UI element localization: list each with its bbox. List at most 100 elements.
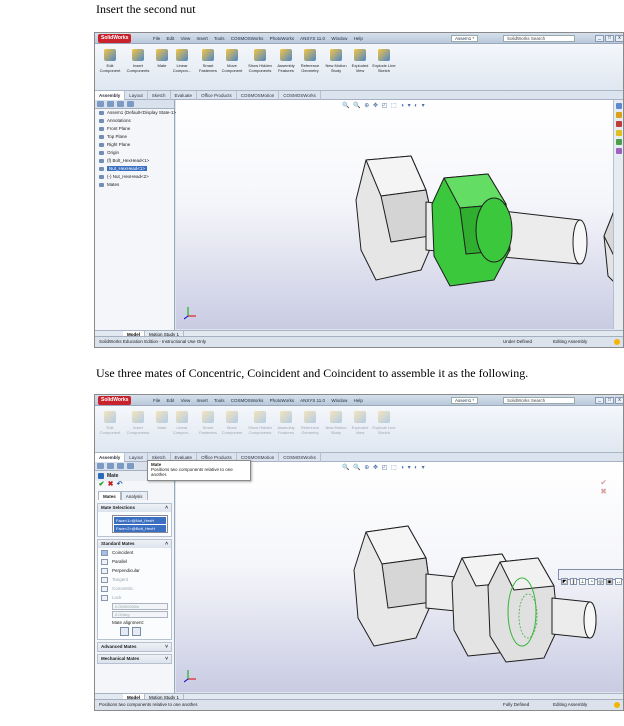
menu-file[interactable]: File bbox=[153, 398, 160, 403]
tab-sketch[interactable]: Sketch bbox=[148, 91, 171, 100]
linear-pattern-button[interactable]: Linear Compon... bbox=[169, 49, 195, 73]
design-library-icon[interactable] bbox=[615, 112, 622, 118]
tree-item-assembly[interactable]: Assem1 (Default<Display State-1>) bbox=[95, 109, 178, 117]
tree-item-front-plane[interactable]: Front Plane bbox=[95, 125, 174, 133]
menu-window[interactable]: Window bbox=[331, 36, 347, 41]
popup-tangent-button[interactable]: ◔ bbox=[588, 578, 595, 585]
edit-component-button[interactable]: Edit Component bbox=[97, 49, 123, 73]
popup-parallel-button[interactable]: ∥ bbox=[570, 578, 577, 585]
tab-mates[interactable]: Mates bbox=[98, 491, 121, 500]
popup-lock-button[interactable]: ▣ bbox=[606, 578, 613, 585]
tab-layout[interactable]: Layout bbox=[125, 453, 148, 462]
tab-office-products[interactable]: Office Products bbox=[197, 91, 237, 100]
aligned-button[interactable] bbox=[120, 627, 129, 636]
menu-tools[interactable]: Tools bbox=[214, 398, 225, 403]
menu-view[interactable]: View bbox=[181, 398, 191, 403]
tab-cosmosworks[interactable]: COSMOSWorks bbox=[279, 91, 321, 100]
distance-field[interactable]: 0.00000000in bbox=[112, 603, 168, 610]
mate-lock[interactable]: Lock bbox=[98, 593, 171, 602]
help-icon[interactable] bbox=[614, 702, 620, 708]
tab-layout[interactable]: Layout bbox=[125, 91, 148, 100]
motion-study-button[interactable]: New Motion Study bbox=[323, 411, 349, 435]
group-header[interactable]: Advanced Mates ˅ bbox=[98, 643, 171, 651]
search-results-icon[interactable] bbox=[615, 130, 622, 136]
move-component-button[interactable]: Move Component bbox=[219, 49, 245, 73]
undo-icon[interactable]: ↶ bbox=[116, 481, 123, 488]
popup-distance-button[interactable]: ↔ bbox=[615, 578, 622, 585]
tab-cosmosworks[interactable]: COSMOSWorks bbox=[279, 453, 321, 462]
mate-parallel[interactable]: Parallel bbox=[98, 557, 171, 566]
graphics-area[interactable]: 🔍 🔍 ⊕ ✥ ◰ ⬚ ◑ ▾ ◐ ▾ bbox=[176, 100, 623, 329]
tree-item-bolt[interactable]: (f) Bolt_HexHead<1> bbox=[95, 157, 174, 165]
menu-window[interactable]: Window bbox=[331, 398, 347, 403]
tab-cosmosmotion[interactable]: COSMOSMotion bbox=[237, 91, 280, 100]
file-explorer-icon[interactable] bbox=[615, 121, 622, 127]
tree-item-top-plane[interactable]: Top Plane bbox=[95, 133, 174, 141]
close-button[interactable]: x bbox=[615, 397, 623, 404]
menu-edit[interactable]: Edit bbox=[167, 36, 175, 41]
tree-item-right-plane[interactable]: Right Plane bbox=[95, 141, 174, 149]
mate-perpendicular[interactable]: Perpendicular bbox=[98, 566, 171, 575]
mate-tangent[interactable]: Tangent bbox=[98, 575, 171, 584]
popup-perpendicular-button[interactable]: ⊥ bbox=[579, 578, 586, 585]
ok-icon[interactable]: ✔ bbox=[98, 481, 105, 488]
menu-cosmosworks[interactable]: COSMOSWorks bbox=[231, 398, 264, 403]
popup-coincident-button[interactable]: ◩ bbox=[561, 578, 568, 585]
reference-geometry-button[interactable]: Reference Geometry bbox=[297, 49, 323, 73]
help-icon[interactable] bbox=[614, 339, 620, 345]
maximize-button[interactable]: □ bbox=[605, 397, 614, 404]
menu-edit[interactable]: Edit bbox=[167, 398, 175, 403]
group-header[interactable]: Mechanical Mates ˅ bbox=[98, 655, 171, 663]
feature-tree-icon[interactable] bbox=[97, 101, 104, 107]
property-icon[interactable] bbox=[107, 101, 114, 107]
smart-fasteners-button[interactable]: Smart Fasteners bbox=[195, 49, 221, 73]
insert-components-button[interactable]: Insert Components bbox=[125, 411, 151, 435]
menu-view[interactable]: View bbox=[181, 36, 191, 41]
view-palette-icon[interactable] bbox=[615, 139, 622, 145]
tree-item-nut-2[interactable]: (-) Nut_HexHead<2> bbox=[95, 173, 174, 181]
menu-help[interactable]: Help bbox=[354, 398, 363, 403]
show-hidden-button[interactable]: Show Hidden Components bbox=[247, 411, 273, 435]
tree-item-nut-1[interactable]: Nut_HexHead<1> bbox=[95, 165, 174, 173]
exploded-view-button[interactable]: Exploded View bbox=[347, 411, 373, 435]
smart-fasteners-button[interactable]: Smart Fasteners bbox=[195, 411, 221, 435]
menu-cosmosworks[interactable]: COSMOSWorks bbox=[231, 36, 264, 41]
appearances-icon[interactable] bbox=[615, 148, 622, 154]
confirmation-corner-icon[interactable]: ✔ ✖ bbox=[600, 478, 607, 496]
menu-photoworks[interactable]: PhotoWorks bbox=[270, 398, 294, 403]
assembly-features-button[interactable]: Assembly Features bbox=[273, 49, 299, 73]
show-hidden-button[interactable]: Show Hidden Components bbox=[247, 49, 273, 73]
menu-ansys[interactable]: ANSYS 11.0 bbox=[300, 36, 325, 41]
tree-item-origin[interactable]: Origin bbox=[95, 149, 174, 157]
graphics-area[interactable]: 🔍 🔍 ⊕ ✥ ◰ ⬚ ◑ ▾ ◐ ▾ Assem1 (Default<Disp… bbox=[176, 462, 623, 692]
feature-tree-icon[interactable] bbox=[97, 463, 104, 469]
selection-item[interactable]: Face<1>@Nut_HexH bbox=[114, 517, 166, 524]
explode-line-button[interactable]: Explode Line Sketch bbox=[371, 49, 397, 73]
group-header[interactable]: Standard Mates ˄ bbox=[98, 540, 171, 548]
tab-assembly[interactable]: Assembly bbox=[95, 91, 126, 100]
minimize-button[interactable]: _ bbox=[595, 397, 604, 404]
move-component-button[interactable]: Move Component bbox=[219, 411, 245, 435]
mate-coincident[interactable]: Coincident bbox=[98, 548, 171, 557]
tab-analysis[interactable]: Analysis bbox=[120, 491, 148, 500]
assembly-features-button[interactable]: Assembly Features bbox=[273, 411, 299, 435]
config-icon[interactable] bbox=[117, 101, 124, 107]
menu-photoworks[interactable]: PhotoWorks bbox=[270, 36, 294, 41]
angle-field[interactable]: 0.00deg bbox=[112, 611, 168, 618]
config-icon[interactable] bbox=[117, 463, 124, 469]
search-input[interactable]: SolidWorks Search bbox=[503, 397, 575, 404]
mate-selections-list[interactable]: Face<1>@Nut_HexH Face<2>@Bolt_HexH bbox=[112, 515, 168, 533]
menu-insert[interactable]: Insert bbox=[197, 398, 208, 403]
cancel-icon[interactable]: ✖ bbox=[107, 481, 114, 488]
property-icon[interactable] bbox=[107, 463, 114, 469]
menu-insert[interactable]: Insert bbox=[197, 36, 208, 41]
popup-concentric-button[interactable]: ◎ bbox=[597, 578, 604, 585]
menu-file[interactable]: File bbox=[153, 36, 160, 41]
maximize-button[interactable]: □ bbox=[605, 35, 614, 42]
edit-component-button[interactable]: Edit Component bbox=[97, 411, 123, 435]
menu-tools[interactable]: Tools bbox=[214, 36, 225, 41]
resources-icon[interactable] bbox=[615, 103, 622, 109]
linear-pattern-button[interactable]: Linear Compon... bbox=[169, 411, 195, 435]
group-header[interactable]: Mate Selections ˄ bbox=[98, 504, 171, 512]
tab-assembly[interactable]: Assembly bbox=[95, 453, 126, 462]
